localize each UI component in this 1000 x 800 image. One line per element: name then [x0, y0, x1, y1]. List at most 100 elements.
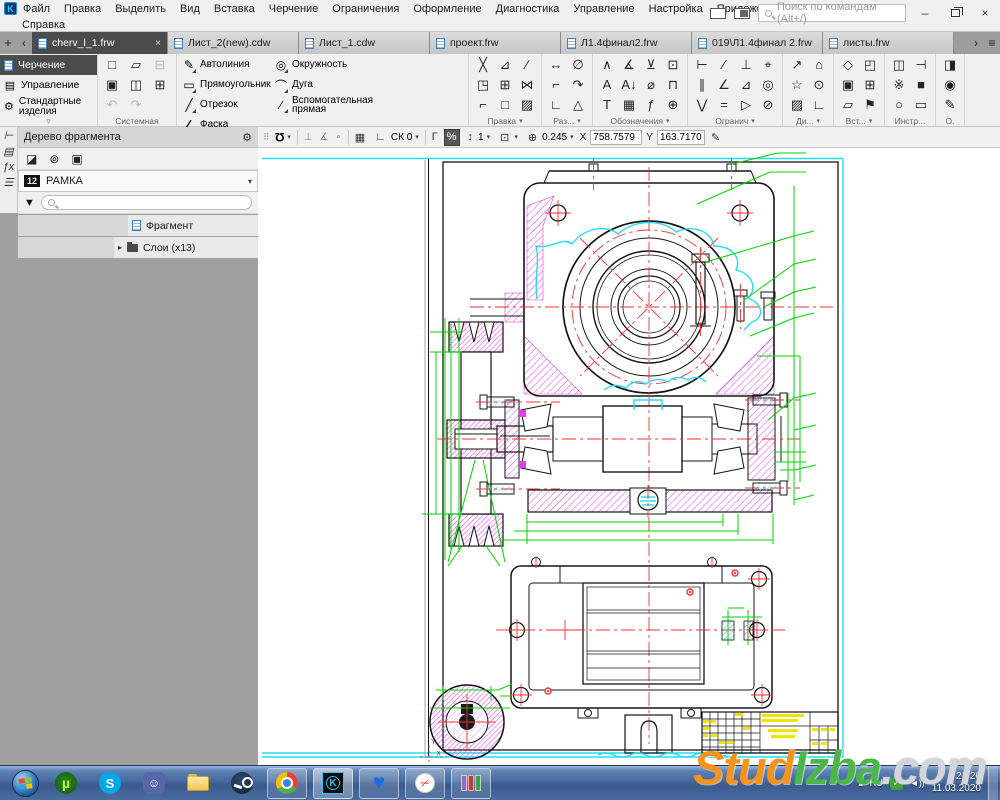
constraint-tool-icon[interactable]: ∕ — [713, 55, 735, 75]
rounding-toggle[interactable]: % — [444, 129, 460, 146]
start-button[interactable] — [8, 768, 42, 798]
insert-tool-icon[interactable]: ▣ — [837, 75, 859, 95]
group-label-dimensions[interactable]: Раз...▾ — [545, 115, 589, 126]
language-indicator[interactable]: RU — [870, 778, 883, 788]
constraint-tool-icon[interactable]: ▷ — [735, 95, 757, 115]
misc-tool-icon[interactable]: ✎ — [939, 95, 961, 115]
diagnostics-tool-icon[interactable]: ↗ — [786, 55, 808, 75]
insert-tool-icon[interactable]: ▱ — [837, 95, 859, 115]
layers-icon[interactable]: ☰ — [4, 176, 14, 189]
edit-tool-icon[interactable]: ⊞ — [494, 75, 516, 95]
menu-item[interactable]: Вид — [180, 3, 200, 15]
designation-tool-icon[interactable]: ⊡ — [662, 55, 684, 75]
zoom-value-dropdown[interactable]: ⊕0.245▾ — [524, 131, 576, 144]
tools-tool-icon[interactable]: ※ — [888, 75, 910, 95]
tab-document[interactable]: Лист_2(new).cdw — [168, 32, 299, 54]
edit-tool-icon[interactable]: ∕ — [516, 55, 538, 75]
explorer-taskbar-icon[interactable] — [179, 767, 217, 799]
show-desktop-button[interactable] — [988, 766, 998, 800]
ribbon-tabset-drafting[interactable]: Черчение — [0, 55, 97, 75]
tab-close-icon[interactable]: × — [155, 38, 161, 49]
new-tab-button[interactable]: + — [0, 32, 16, 54]
tools-tool-icon[interactable]: ▭ — [910, 95, 932, 115]
title-block[interactable] — [702, 712, 838, 753]
tools-tool-icon[interactable]: ○ — [888, 95, 910, 115]
menu-item[interactable]: Управление — [573, 3, 634, 15]
skype-taskbar-icon[interactable]: S — [91, 767, 129, 799]
designation-tool-icon[interactable]: ▦ — [618, 95, 640, 115]
heart-app-taskbar-button[interactable]: ♥ — [359, 768, 399, 799]
designation-tool-icon[interactable]: ⊓ — [662, 75, 684, 95]
constraint-tool-icon[interactable]: ◎ — [757, 75, 779, 95]
kompas-taskbar-button[interactable]: K — [313, 768, 353, 799]
constraint-tool-icon[interactable]: ⊢ — [691, 55, 713, 75]
menu-item[interactable]: Черчение — [269, 3, 319, 15]
minimize-button[interactable]: – — [914, 6, 936, 20]
tray-expand-icon[interactable]: ▴ — [858, 778, 863, 789]
group-label-designations[interactable]: Обозначения▾ — [596, 115, 684, 126]
utorrent-taskbar-icon[interactable]: µ — [47, 767, 85, 799]
winrar-taskbar-button[interactable] — [451, 768, 491, 799]
save-icon[interactable]: ⊟ — [149, 55, 171, 75]
tools-tool-icon[interactable]: ⊣ — [910, 55, 932, 75]
dimension-tool-icon[interactable]: ∅ — [567, 55, 589, 75]
arc-button[interactable]: ⌒Дуга — [272, 75, 382, 95]
current-layer-dropdown[interactable]: 12 РАМКА ▾ — [18, 170, 258, 192]
construction-line-button[interactable]: ∕Вспомогательная прямая — [272, 95, 382, 115]
relations-icon[interactable]: ⊚ — [49, 152, 59, 166]
snap-angle-icon[interactable]: ∡ — [317, 132, 330, 143]
group-label-system[interactable]: Системная — [101, 115, 173, 126]
print-icon[interactable]: ▣ — [101, 75, 123, 95]
drawing-canvas[interactable]: x Y — [258, 148, 1000, 765]
taskbar-clock[interactable]: 21:2611.03.2020 — [932, 771, 981, 795]
designation-tool-icon[interactable]: А↓ — [618, 75, 640, 95]
dimension-tool-icon[interactable]: ∟ — [545, 95, 567, 115]
save-as-icon[interactable]: ⊞ — [149, 75, 171, 95]
snap-settings-dropdown[interactable]: Ω▾ — [273, 130, 293, 144]
ribbon-tabset-standard-parts[interactable]: ⚙Стандартные изделия — [0, 95, 97, 118]
undo-icon[interactable]: ↶ — [101, 95, 123, 115]
tab-document[interactable]: листы.frw — [823, 32, 954, 54]
dimension-tool-icon[interactable]: ↷ — [567, 75, 589, 95]
group-label-diagnostics[interactable]: Ди...▾ — [786, 115, 830, 126]
segment-button[interactable]: ╱Отрезок — [180, 95, 272, 115]
rectangle-button[interactable]: ▭Прямоугольник — [180, 75, 272, 95]
autoline-button[interactable]: ✎Автолиния — [180, 55, 272, 75]
hub-detail-view[interactable] — [430, 684, 512, 759]
edit-tool-icon[interactable]: ◳ — [472, 75, 494, 95]
tools-tool-icon[interactable]: ■ — [910, 75, 932, 95]
interface-preview-icon[interactable] — [734, 8, 750, 19]
diagnostics-tool-icon[interactable]: ⌂ — [808, 55, 830, 75]
tab-document[interactable]: проект.frw — [430, 32, 561, 54]
dimension-tool-icon[interactable]: ⌐ — [545, 75, 567, 95]
constraint-tool-icon[interactable]: ∠ — [713, 75, 735, 95]
snap-perpendicular-icon[interactable]: ⊥ — [302, 132, 315, 143]
tab-list-button[interactable]: ≡ — [984, 32, 1000, 54]
close-button[interactable]: × — [974, 6, 996, 20]
ortho-mode-toggle[interactable]: Г — [430, 131, 440, 143]
chrome-taskbar-button[interactable] — [267, 768, 307, 799]
tree-row-layers[interactable]: ▸Слои (x13) — [18, 237, 258, 258]
designation-tool-icon[interactable]: ∡ — [618, 55, 640, 75]
menu-item[interactable]: Ограничения — [332, 3, 399, 15]
tab-document[interactable]: 019\Л1.4финал 2.frw — [692, 32, 823, 54]
zoom-area-dropdown[interactable]: ⊡▾ — [496, 131, 520, 144]
diagnostics-tool-icon[interactable]: ☆ — [786, 75, 808, 95]
constraint-tool-icon[interactable]: ⊿ — [735, 75, 757, 95]
edit-tool-icon[interactable]: □ — [494, 95, 516, 115]
tab-scroll-right[interactable]: › — [968, 32, 984, 54]
tools-tool-icon[interactable]: ◫ — [888, 55, 910, 75]
filter-icon[interactable]: ▼ — [24, 197, 35, 209]
menu-item[interactable]: Правка — [64, 3, 101, 15]
edit-tool-icon[interactable]: ⊿ — [494, 55, 516, 75]
menu-item[interactable]: Файл — [23, 3, 50, 15]
tab-scroll-left[interactable]: ‹ — [16, 32, 32, 54]
group-label-constraints[interactable]: Огранич▾ — [691, 115, 779, 126]
fragment-tree-icon[interactable]: ⊢ — [4, 129, 14, 142]
insert-tool-icon[interactable]: ◰ — [859, 55, 881, 75]
designation-tool-icon[interactable]: ⊕ — [662, 95, 684, 115]
command-search-input[interactable]: Поиск по командам (Alt+/) — [758, 4, 906, 22]
diagnostics-tool-icon[interactable]: ∟ — [808, 95, 830, 115]
designation-tool-icon[interactable]: А — [596, 75, 618, 95]
designation-tool-icon[interactable]: ⊻ — [640, 55, 662, 75]
